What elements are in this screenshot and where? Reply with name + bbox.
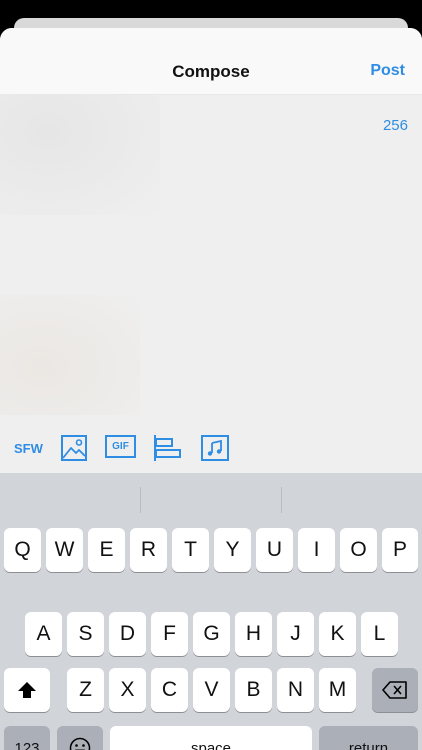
shift-icon	[18, 682, 36, 698]
character-count: 256	[382, 117, 408, 134]
key-s[interactable]: S	[67, 612, 104, 656]
key-u[interactable]: U	[256, 528, 293, 572]
key-z[interactable]: Z	[67, 668, 104, 712]
music-icon[interactable]	[200, 434, 230, 462]
space-key[interactable]: space	[110, 726, 312, 750]
page-title: Compose	[172, 62, 250, 81]
compose-toolbar: SFW GIF	[0, 430, 422, 470]
blur-decoration	[0, 295, 140, 415]
key-e[interactable]: E	[88, 528, 125, 572]
key-t[interactable]: T	[172, 528, 209, 572]
sfw-toggle[interactable]: SFW	[14, 441, 43, 456]
key-r[interactable]: R	[130, 528, 167, 572]
gif-icon[interactable]: GIF	[105, 435, 136, 458]
suggestion-bar	[0, 473, 422, 523]
key-b[interactable]: B	[235, 668, 272, 712]
key-v[interactable]: V	[193, 668, 230, 712]
key-j[interactable]: J	[277, 612, 314, 656]
image-icon[interactable]	[60, 434, 90, 462]
key-n[interactable]: N	[277, 668, 314, 712]
poll-icon[interactable]	[153, 434, 183, 462]
key-m[interactable]: M	[319, 668, 356, 712]
suggestion-divider	[281, 487, 282, 513]
keyboard: Q W E R T Y U I O P A S D F G H J K L Z …	[0, 473, 422, 750]
key-f[interactable]: F	[151, 612, 188, 656]
key-w[interactable]: W	[46, 528, 83, 572]
blur-decoration	[0, 95, 160, 215]
gif-label: GIF	[112, 441, 129, 452]
key-o[interactable]: O	[340, 528, 377, 572]
key-d[interactable]: D	[109, 612, 146, 656]
key-h[interactable]: H	[235, 612, 272, 656]
emoji-key[interactable]	[57, 726, 103, 750]
key-a[interactable]: A	[25, 612, 62, 656]
key-p[interactable]: P	[382, 528, 418, 572]
key-i[interactable]: I	[298, 528, 335, 572]
compose-text-area[interactable]: 256	[0, 95, 422, 475]
numbers-key[interactable]: 123	[4, 726, 50, 750]
backspace-key[interactable]	[372, 668, 418, 712]
compose-sheet: Compose Post 256 SFW GIF Q W E R T Y U I…	[0, 28, 422, 750]
key-x[interactable]: X	[109, 668, 146, 712]
key-c[interactable]: C	[151, 668, 188, 712]
suggestion-divider	[140, 487, 141, 513]
key-l[interactable]: L	[361, 612, 398, 656]
backspace-icon	[382, 681, 407, 699]
shift-key[interactable]	[4, 668, 50, 712]
key-y[interactable]: Y	[214, 528, 251, 572]
post-button[interactable]: Post	[370, 62, 405, 80]
key-g[interactable]: G	[193, 612, 230, 656]
emoji-icon	[69, 737, 91, 750]
key-k[interactable]: K	[319, 612, 356, 656]
return-key[interactable]: return	[319, 726, 418, 750]
nav-bar: Compose Post	[0, 28, 422, 95]
key-q[interactable]: Q	[4, 528, 41, 572]
